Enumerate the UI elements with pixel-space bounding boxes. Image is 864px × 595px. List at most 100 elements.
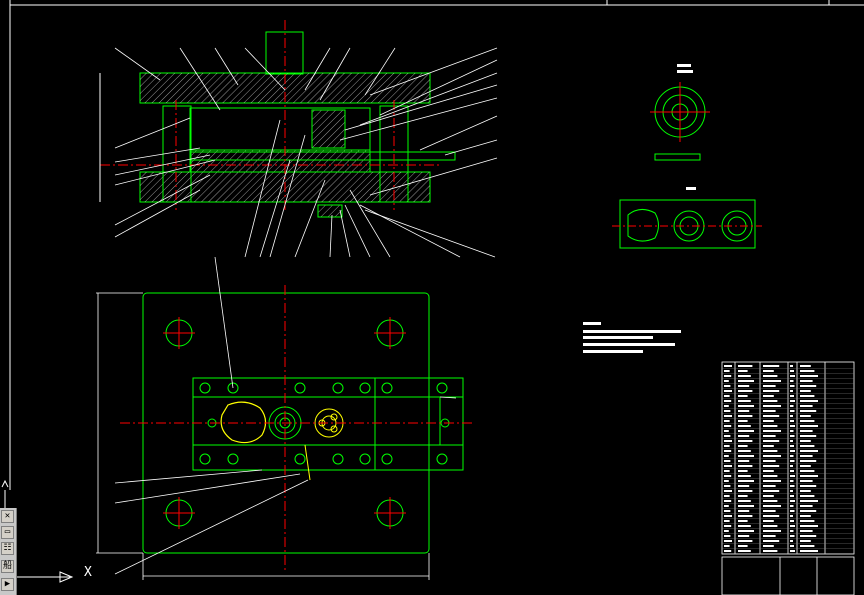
plan-view[interactable] bbox=[96, 256, 475, 580]
parts-row-text bbox=[790, 370, 794, 372]
parts-row-text bbox=[763, 535, 776, 537]
parts-row-text bbox=[738, 530, 754, 532]
parts-row-text bbox=[724, 400, 732, 402]
parts-row-text bbox=[724, 520, 730, 522]
parts-row-text bbox=[790, 480, 794, 482]
parts-row-text bbox=[724, 465, 732, 467]
parts-row-text bbox=[738, 380, 754, 382]
parts-row-text bbox=[738, 415, 753, 417]
parts-row-text bbox=[738, 510, 750, 512]
parts-row-text bbox=[724, 550, 732, 552]
parts-row-text bbox=[738, 455, 754, 457]
parts-row-text bbox=[724, 420, 730, 422]
options-icon[interactable]: ☷ bbox=[1, 542, 14, 555]
section-view[interactable] bbox=[99, 20, 498, 258]
parts-row-text bbox=[800, 400, 818, 402]
parts-row-text bbox=[800, 455, 813, 457]
parts-row-text bbox=[763, 440, 780, 442]
parts-row-text bbox=[738, 490, 753, 492]
parts-row-text bbox=[800, 475, 818, 477]
parts-row-text bbox=[763, 475, 778, 477]
parts-row-text bbox=[790, 540, 793, 542]
parts-row-text bbox=[738, 395, 748, 397]
parts-row-text bbox=[790, 430, 794, 432]
parts-row-text bbox=[800, 545, 815, 547]
parts-row-text bbox=[763, 395, 774, 397]
parts-row-text bbox=[724, 535, 731, 537]
cad-drawing-canvas[interactable] bbox=[0, 0, 864, 595]
parts-row-text bbox=[800, 535, 817, 537]
parts-row-text bbox=[738, 430, 754, 432]
parts-row-text bbox=[738, 470, 748, 472]
parts-row-text bbox=[724, 545, 730, 547]
parts-row-text bbox=[800, 510, 817, 512]
parts-row-text bbox=[790, 400, 795, 402]
parts-row-text bbox=[790, 515, 793, 517]
parts-row-text bbox=[738, 545, 748, 547]
parts-row-text bbox=[800, 390, 811, 392]
parts-row-text bbox=[763, 400, 778, 402]
parts-row-text bbox=[738, 485, 750, 487]
parts-row-text bbox=[738, 435, 750, 437]
parts-row-text bbox=[763, 420, 774, 422]
floating-toolbox[interactable]: ✕ ▭ ☷ 船 ▶ bbox=[0, 508, 17, 595]
parts-row-text bbox=[763, 390, 780, 392]
parts-row-text bbox=[724, 375, 732, 377]
parts-row-text bbox=[800, 490, 811, 492]
parts-row-text bbox=[800, 430, 813, 432]
parts-row-text bbox=[763, 545, 774, 547]
parts-row-text bbox=[790, 455, 794, 457]
parts-row-text bbox=[738, 420, 748, 422]
window-icon[interactable]: ▭ bbox=[1, 526, 14, 539]
expand-icon[interactable]: ▶ bbox=[1, 578, 14, 591]
parts-row-text bbox=[738, 475, 751, 477]
part-detail-views[interactable] bbox=[612, 64, 762, 249]
parts-row-text bbox=[800, 450, 818, 452]
parts-row-text bbox=[724, 440, 732, 442]
parts-row-text bbox=[724, 380, 729, 382]
parts-row-text bbox=[724, 390, 732, 392]
parts-row-text bbox=[790, 450, 795, 452]
parts-row-text bbox=[724, 510, 731, 512]
parts-row-text bbox=[763, 365, 780, 367]
parts-row-text bbox=[790, 485, 795, 487]
parts-row-text bbox=[763, 525, 778, 527]
parts-row-text bbox=[790, 405, 794, 407]
parts-row-text bbox=[724, 395, 730, 397]
parts-row-text bbox=[763, 470, 774, 472]
parts-row-text bbox=[724, 495, 730, 497]
parts-row-text bbox=[763, 505, 781, 507]
parts-row-text bbox=[738, 400, 751, 402]
parts-row-text bbox=[724, 415, 732, 417]
parts-row-text bbox=[763, 520, 774, 522]
parts-row-text bbox=[724, 425, 732, 427]
parts-row-text bbox=[738, 535, 750, 537]
parts-row-text bbox=[800, 415, 811, 417]
parts-row-text bbox=[800, 440, 811, 442]
parts-row-text bbox=[790, 550, 795, 552]
parts-row-text bbox=[724, 435, 731, 437]
parts-row-text bbox=[738, 375, 751, 377]
parts-row-text bbox=[800, 530, 813, 532]
parts-row-text bbox=[724, 540, 732, 542]
parts-row-text bbox=[763, 465, 780, 467]
parts-row-text bbox=[763, 495, 774, 497]
ucs-x-label: X bbox=[84, 565, 92, 580]
parts-row-text bbox=[724, 385, 731, 387]
parts-row-text bbox=[724, 370, 730, 372]
parts-row-text bbox=[800, 470, 815, 472]
parts-row-text bbox=[763, 435, 776, 437]
parts-row-text bbox=[738, 500, 751, 502]
close-icon[interactable]: ✕ bbox=[1, 510, 14, 523]
parts-row-text bbox=[763, 480, 781, 482]
parts-row-text bbox=[790, 415, 793, 417]
parts-row-text bbox=[790, 490, 793, 492]
parts-row-text bbox=[724, 445, 730, 447]
parts-row-text bbox=[738, 450, 751, 452]
text-icon[interactable]: 船 bbox=[1, 560, 14, 573]
parts-row-text bbox=[763, 490, 780, 492]
parts-row-text bbox=[790, 385, 795, 387]
parts-row-text bbox=[738, 390, 753, 392]
parts-row-text bbox=[790, 420, 794, 422]
parts-row-text bbox=[763, 380, 781, 382]
